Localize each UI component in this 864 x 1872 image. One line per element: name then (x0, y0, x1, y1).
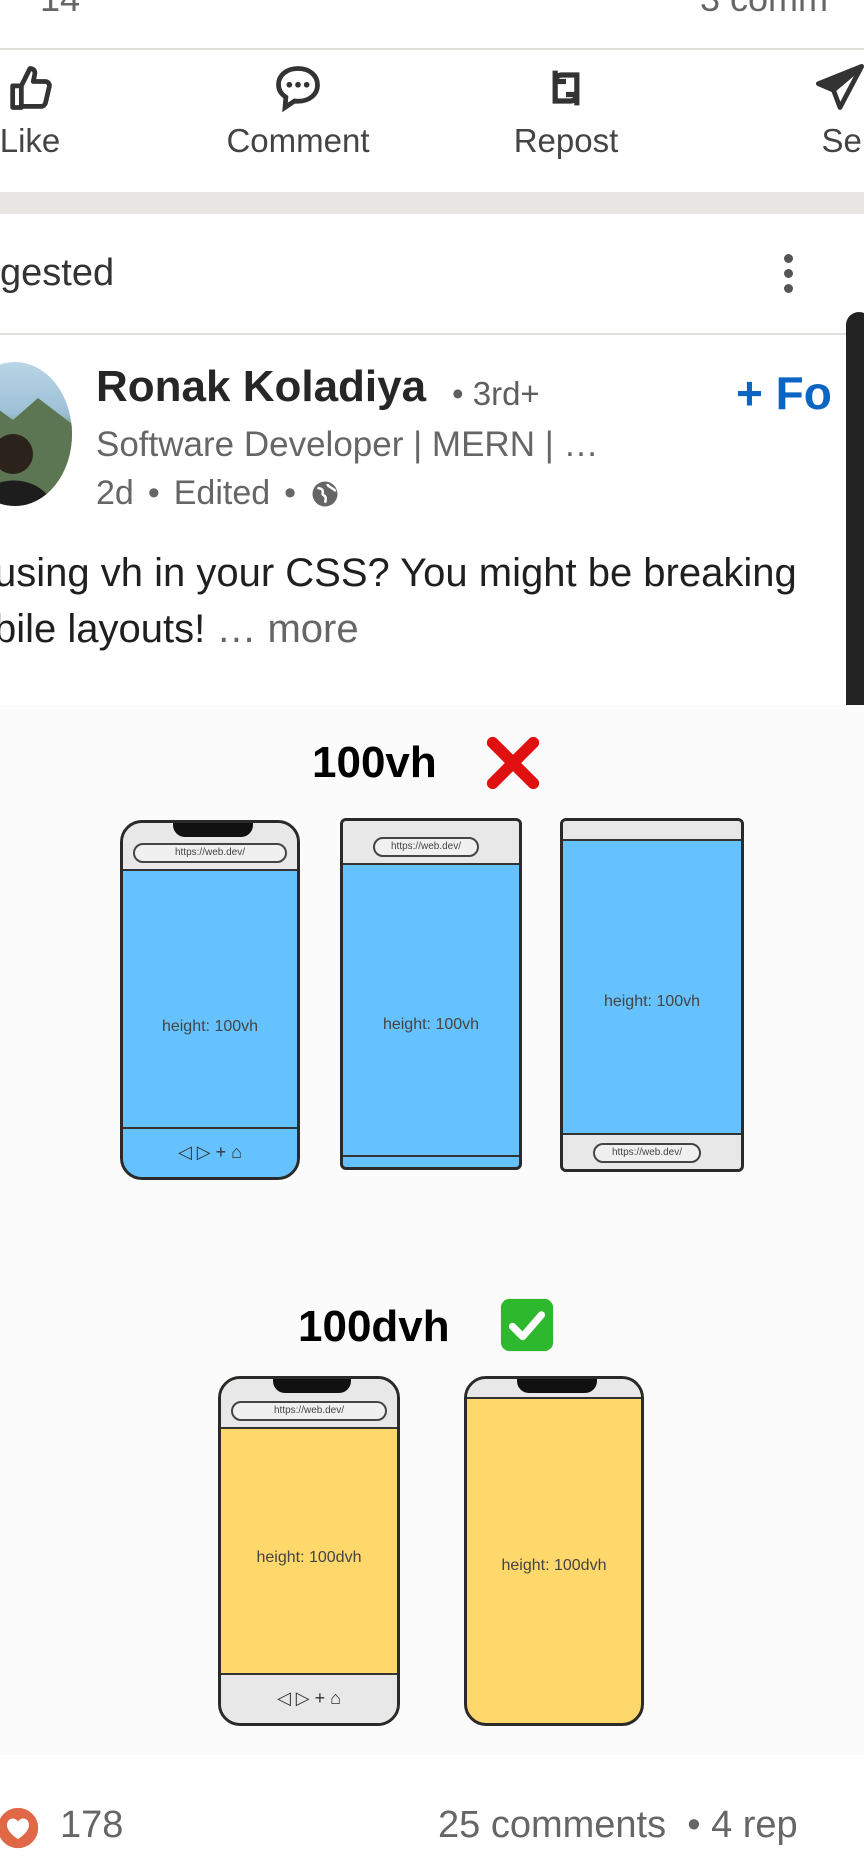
divider (0, 333, 864, 335)
author-name[interactable]: Ronak Koladiya (96, 362, 426, 412)
height-label: height: 100vh (382, 1016, 480, 1033)
heart-reaction-icon[interactable] (0, 1806, 42, 1850)
phone-bottom-edge (343, 1155, 519, 1157)
repost-button[interactable]: Repost (466, 62, 666, 182)
post-text-line-2: bile layouts! (0, 607, 206, 651)
height-label: height: 100dvh (501, 1557, 607, 1574)
height-label: height: 100vh (161, 1018, 259, 1035)
send-icon (815, 63, 864, 110)
post-social-counts: 178 25 comments • 4 rep (0, 1802, 864, 1862)
repost-label: Repost (513, 122, 619, 159)
comments-count-top[interactable]: 3 comm (700, 0, 828, 20)
avatar-photo (0, 398, 72, 506)
author-headline: Software Developer | MERN | … (96, 425, 599, 464)
see-more-link[interactable]: … more (216, 607, 358, 651)
phone-bottom-toolbar: https://web.dev/ (563, 1133, 741, 1169)
meta-dot: • (147, 474, 160, 512)
comment-count[interactable]: 25 comments (438, 1804, 666, 1846)
send-label: Send (821, 122, 864, 159)
height-label: height: 100vh (603, 993, 701, 1010)
cross-mark-icon (486, 736, 540, 790)
like-button[interactable]: Like (0, 62, 80, 182)
suggested-header: gested (0, 252, 115, 294)
post-meta: 2d • Edited • (96, 474, 340, 513)
connection-degree: • 3rd+ (452, 375, 540, 412)
phone-mockup-vh-1: https://web.dev/ height: 100vh ◁ ▷ + ⌂ (120, 820, 300, 1180)
repost-count[interactable]: • 4 rep (687, 1804, 797, 1846)
url-bar: https://web.dev/ (231, 1401, 387, 1421)
image-title-100vh: 100vh (312, 738, 437, 787)
phone-notch (173, 823, 253, 837)
edited-label: Edited (173, 474, 271, 512)
comment-icon (276, 66, 320, 113)
post-text-line: using vh in your CSS? You might be break… (0, 551, 797, 595)
post-text-line: bile layouts! … more (0, 601, 854, 657)
meta-dot: • (284, 474, 297, 512)
feed-separator (0, 192, 864, 214)
check-mark-icon (500, 1298, 554, 1352)
height-label: height: 100dvh (256, 1549, 362, 1566)
reaction-count-top[interactable]: 14 (40, 0, 80, 20)
post-time: 2d (96, 474, 134, 512)
comment-button[interactable]: Comment (198, 62, 398, 182)
url-bar: https://web.dev/ (373, 837, 479, 857)
reaction-count[interactable]: 178 (60, 1804, 123, 1847)
like-icon (10, 66, 52, 110)
phone-nav-bar: ◁ ▷ + ⌂ (123, 1127, 297, 1177)
top-counts-row: 14 3 comm (0, 0, 864, 19)
image-title-100dvh: 100dvh (298, 1302, 450, 1351)
phone-notch (273, 1379, 351, 1393)
url-bar: https://web.dev/ (133, 843, 287, 863)
phone-status-bar (563, 821, 741, 841)
phone-notch (517, 1379, 597, 1393)
avatar[interactable] (0, 362, 72, 506)
phone-mockup-vh-3: height: 100vh https://web.dev/ (560, 818, 744, 1172)
globe-icon (312, 481, 338, 506)
phone-nav-bar: ◁ ▷ + ⌂ (221, 1673, 397, 1723)
more-vertical-icon[interactable] (780, 254, 796, 294)
social-action-bar: Like Comment Repost Send (0, 62, 864, 182)
phone-mockup-vh-2: https://web.dev/ height: 100vh (340, 818, 522, 1170)
url-bar: https://web.dev/ (593, 1143, 701, 1163)
like-label: Like (0, 122, 61, 159)
comment-label: Comment (226, 122, 370, 159)
phone-mockup-dvh-2: height: 100dvh (464, 1376, 644, 1726)
post-text[interactable]: using vh in your CSS? You might be break… (0, 545, 854, 657)
comments-and-reposts[interactable]: 25 comments • 4 rep (438, 1804, 798, 1847)
divider (0, 48, 864, 50)
send-button[interactable]: Send (780, 62, 864, 182)
follow-button[interactable]: + Fo (736, 366, 832, 420)
repost-icon (552, 70, 580, 106)
phone-mockup-dvh-1: https://web.dev/ height: 100dvh ◁ ▷ + ⌂ (218, 1376, 400, 1726)
